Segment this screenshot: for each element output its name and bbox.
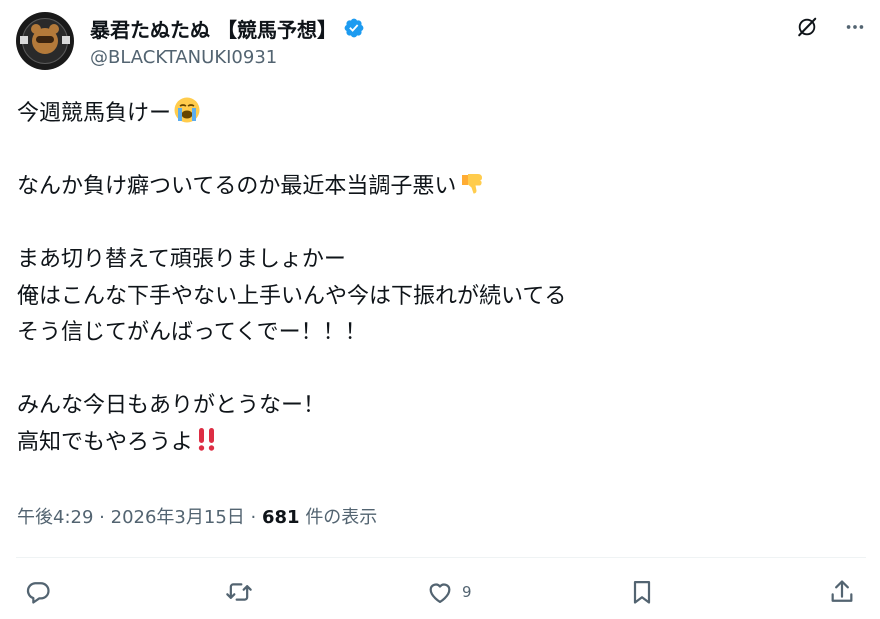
reply-button[interactable] [24, 578, 60, 606]
author-name-row: 暴君たぬたぬ 【競馬予想】 [90, 14, 365, 42]
loudly-crying-face-emoji [174, 97, 200, 123]
views-count: 681 [262, 507, 300, 528]
divider [16, 557, 866, 558]
meta-separator: · [99, 507, 105, 528]
tweet-line: 今週競馬負けー [17, 96, 857, 133]
double-exclamation-emoji [198, 427, 215, 451]
bookmark-button[interactable] [628, 578, 656, 606]
share-button[interactable] [828, 578, 856, 606]
more-icon[interactable] [844, 16, 866, 38]
bookmark-icon [633, 580, 651, 604]
tweet-line: 高知でもやろうよ [17, 425, 857, 462]
grok-icon[interactable] [796, 16, 818, 38]
tweet-line [17, 133, 857, 170]
tweet-actions: 9 [16, 570, 866, 618]
retweet-button[interactable] [225, 578, 261, 606]
reply-icon [26, 582, 50, 604]
tweet-line [17, 352, 857, 389]
like-count: 9 [462, 583, 472, 601]
tweet-text: 今週競馬負けー なんか負け癖ついてるのか最近本当調子悪い まあ切り替えて頑張りま… [17, 96, 857, 461]
tweet-line: 俺はこんな下手やない上手いんや今は下振れが続いてる [17, 283, 567, 309]
like-icon [429, 583, 451, 604]
tweet-time[interactable]: 午後4:29 [17, 507, 93, 528]
author-display-name[interactable]: 暴君たぬたぬ 【競馬予想】 [90, 14, 337, 43]
retweet-icon [226, 583, 252, 601]
share-icon [831, 580, 853, 602]
tweet-line: まあ切り替えて頑張りましょかー [17, 247, 346, 272]
avatar[interactable] [16, 12, 74, 70]
verified-badge-icon[interactable] [343, 17, 365, 39]
thumbs-down-emoji [462, 174, 483, 194]
tweet-top-actions [796, 16, 866, 38]
tweet-line: なんか負け癖ついてるのか最近本当調子悪い [17, 169, 857, 206]
tweet-header: 暴君たぬたぬ 【競馬予想】 @BLACKTANUKI0931 [16, 12, 866, 76]
tweet-line [17, 206, 857, 243]
tweet-meta: 午後4:29 · 2026年3月15日 · 681 件の表示 [17, 503, 377, 529]
tweet-line: みんな今日もありがとうなー！ [17, 393, 326, 418]
author-handle[interactable]: @BLACKTANUKI0931 [90, 47, 277, 68]
views-label: 件の表示 [305, 507, 378, 528]
like-button[interactable]: 9 [426, 578, 472, 606]
tweet-date[interactable]: 2026年3月15日 [111, 507, 245, 528]
tweet-line: そう信じてがんばってくでー！！！ [17, 320, 367, 345]
meta-separator: · [250, 507, 257, 528]
